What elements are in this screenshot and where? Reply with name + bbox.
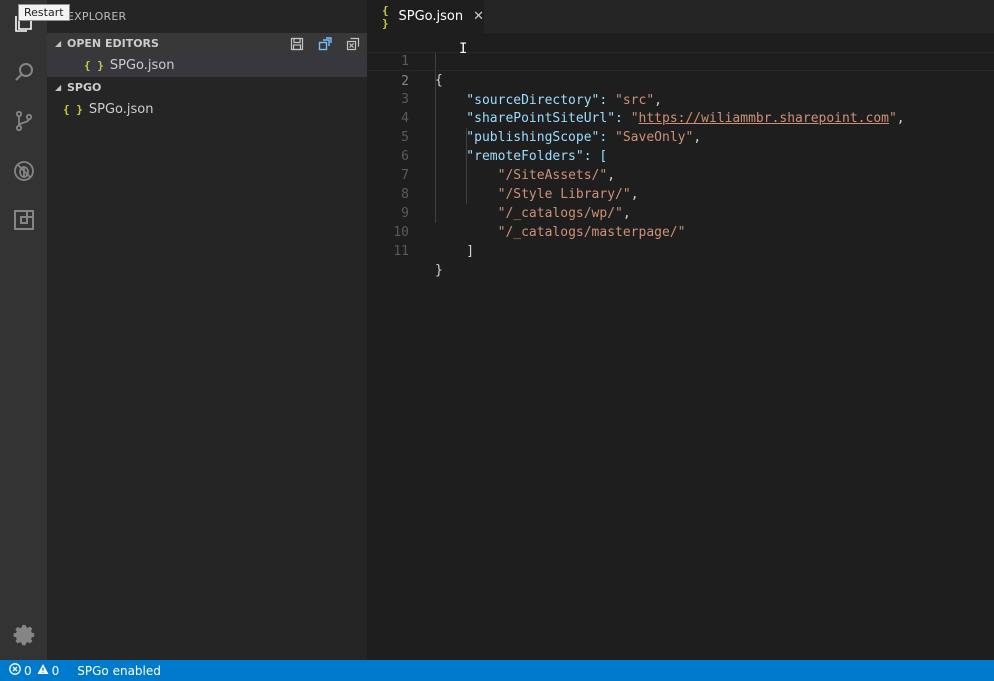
source-control-icon[interactable] [0,99,47,143]
json-file-icon: { } [382,3,389,30]
close-all-icon[interactable] [345,36,361,52]
explorer-title: EXPLORER [67,10,127,23]
code-text: } [435,263,443,278]
explorer-sidebar: EXPLORER ◢ OPEN EDITORS { } SPGo.json ◢ S… [47,0,367,660]
error-icon [9,663,21,678]
code-line: 11 } [367,223,994,278]
code-line: 4 "publishingScope": "SaveOnly", [367,90,994,145]
spgo-status[interactable]: SPGo enabled [77,664,161,678]
chevron-down-icon: ◢ [55,83,62,92]
code-line: 5 "remoteFolders": [ [367,109,994,164]
warning-icon [37,663,49,678]
folder-filename: SPGo.json [88,102,154,117]
restart-tooltip: Restart [18,4,70,21]
tab-bar: { } SPGo.json ✕ [367,0,994,33]
activity-bar [0,0,47,660]
line-number: 11 [393,244,409,259]
tab-spgo-json[interactable]: { } SPGo.json ✕ [367,0,484,33]
code-text: ] [435,244,475,259]
code-line: 9 "/_catalogs/masterpage/" [367,185,994,240]
code-line: 10 ] [367,204,994,259]
code-editor[interactable]: 1 { 2 "sourceDirectory": "src", 3 "share… [367,33,994,278]
problems-indicator[interactable]: 0 0 [9,663,59,678]
extensions-icon[interactable] [0,198,47,242]
editor-area: { } SPGo.json ✕ 1 { 2 "sourceDirectory":… [367,0,994,660]
error-count: 0 [24,663,32,678]
warning-count: 0 [51,663,60,678]
status-bar: 0 0 SPGo enabled [0,660,994,681]
gear-icon[interactable] [0,613,47,657]
open-editors-label: OPEN EDITORS [67,37,159,50]
close-icon[interactable]: ✕ [473,9,484,24]
chevron-down-icon: ◢ [55,39,62,48]
text-cursor-icon: I [459,41,468,57]
open-editors-header[interactable]: ◢ OPEN EDITORS [47,33,367,55]
debug-icon[interactable] [0,149,47,193]
code-line: 6 "/SiteAssets/", [367,128,994,183]
code-line: 3 "sharePointSiteUrl": "https://wiliammb… [367,71,994,126]
open-editor-filename: SPGo.json [109,58,175,73]
open-editor-item[interactable]: { } SPGo.json [47,55,367,77]
collapse-all-icon[interactable] [317,36,333,52]
code-line: 8 "/_catalogs/wp/", [367,166,994,221]
save-all-icon[interactable] [289,36,305,52]
json-file-icon: { } [63,103,83,116]
tab-label: SPGo.json [398,9,464,24]
search-icon[interactable] [0,50,47,94]
code-line: 7 "/Style Library/", [367,147,994,202]
folder-file-item[interactable]: { } SPGo.json [47,99,367,121]
folder-header[interactable]: ◢ SPGO [47,77,367,99]
folder-label: SPGO [67,81,102,94]
json-file-icon: { } [84,59,104,72]
